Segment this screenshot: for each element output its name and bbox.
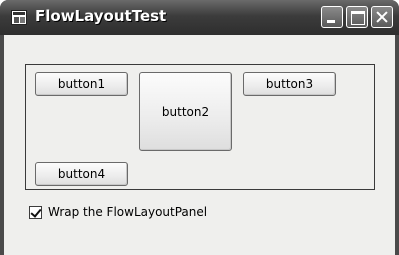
wrap-checkbox[interactable]: [29, 205, 42, 219]
maximize-button[interactable]: [346, 6, 368, 28]
wrap-checkbox-row[interactable]: Wrap the FlowLayoutPanel: [29, 204, 207, 220]
application-window: FlowLayoutTest button1 button2 button3 b…: [0, 0, 399, 255]
minimize-button[interactable]: [321, 6, 343, 28]
button3[interactable]: button3: [243, 72, 336, 96]
button1[interactable]: button1: [35, 72, 128, 96]
close-button[interactable]: [371, 6, 393, 28]
wrap-checkbox-label[interactable]: Wrap the FlowLayoutPanel: [48, 205, 207, 219]
app-window-icon[interactable]: [11, 10, 27, 25]
window-title: FlowLayoutTest: [35, 7, 167, 25]
title-bar[interactable]: FlowLayoutTest: [0, 0, 399, 35]
form-client-area: button1 button2 button3 button4 Wrap the…: [4, 35, 395, 255]
button2[interactable]: button2: [139, 72, 232, 151]
checkmark-icon: [30, 205, 42, 218]
flow-layout-panel: button1 button2 button3 button4: [25, 64, 375, 190]
button4[interactable]: button4: [35, 162, 128, 186]
